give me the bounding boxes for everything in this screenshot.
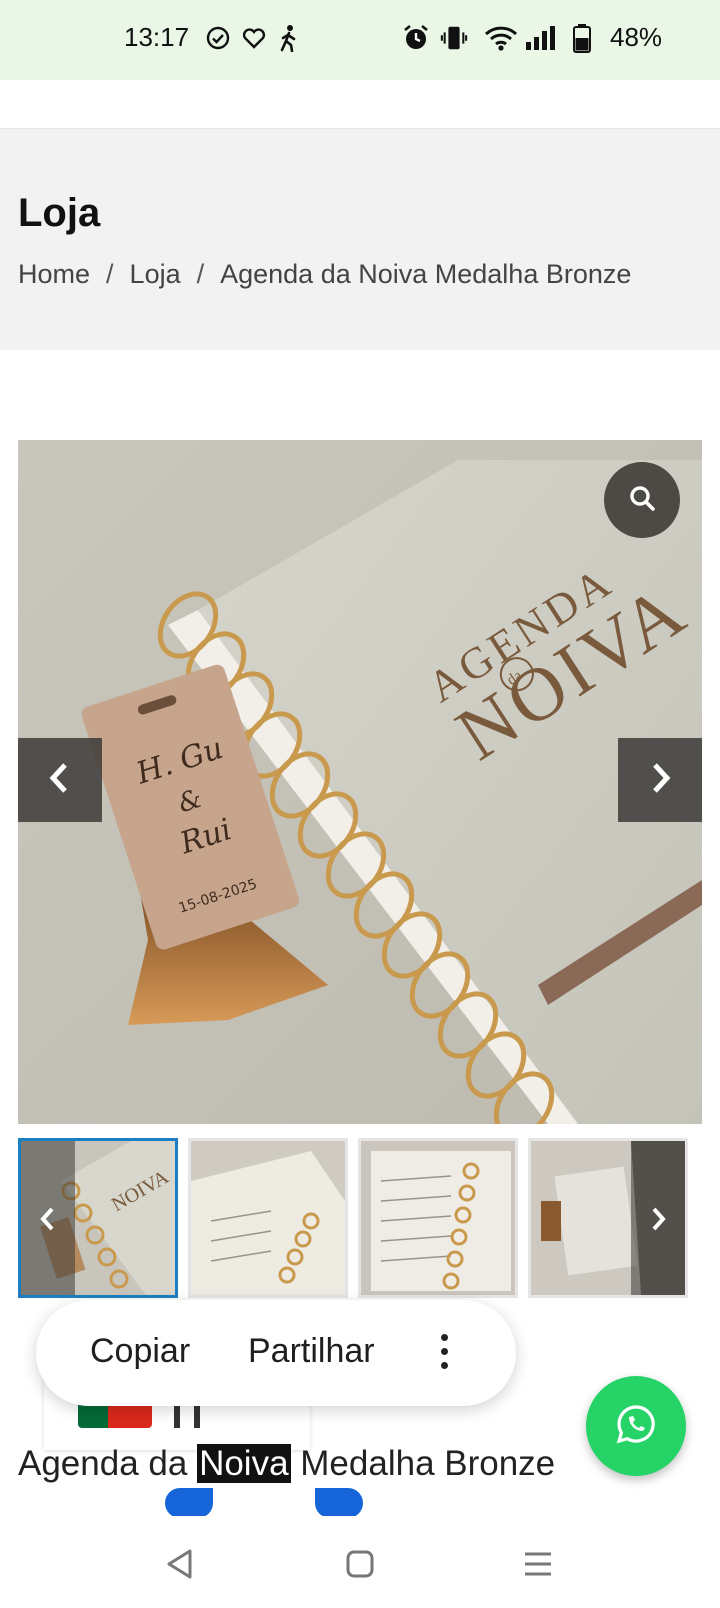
status-time: 13:17 bbox=[124, 22, 190, 52]
selection-handle-end[interactable] bbox=[315, 1488, 363, 1518]
product-title-start: Agenda da bbox=[18, 1444, 198, 1483]
copy-button[interactable]: Copiar bbox=[90, 1332, 190, 1371]
thumbnail-4[interactable] bbox=[528, 1138, 688, 1298]
breadcrumb-shop-link[interactable]: Loja bbox=[130, 259, 181, 290]
product-title: Agenda da Noiva Medalha Bronze bbox=[18, 1444, 555, 1484]
wifi-icon bbox=[484, 24, 518, 52]
vibrate-icon bbox=[440, 24, 468, 52]
breadcrumb: Home / Loja / Agenda da Noiva Medalha Bronze bbox=[18, 259, 631, 290]
thumbnail-next-button[interactable] bbox=[631, 1141, 685, 1295]
product-photo: AGENDA NOIVA da H. Gu & Rui 15-08-2025 bbox=[18, 440, 702, 1124]
system-navigation-bar bbox=[0, 1516, 720, 1608]
thumbnail-2[interactable] bbox=[188, 1138, 348, 1298]
breadcrumb-home-link[interactable]: Home bbox=[18, 259, 90, 290]
thumbnail-image bbox=[191, 1141, 345, 1295]
share-button[interactable]: Partilhar bbox=[248, 1332, 375, 1371]
page-title: Loja bbox=[18, 191, 101, 235]
zoom-button[interactable] bbox=[604, 462, 680, 538]
product-main-image[interactable]: AGENDA NOIVA da H. Gu & Rui 15-08-2025 bbox=[18, 440, 702, 1124]
walking-icon bbox=[274, 24, 302, 52]
gallery-prev-button[interactable] bbox=[18, 738, 102, 822]
chevron-left-icon bbox=[39, 1206, 57, 1237]
recent-apps-icon[interactable] bbox=[518, 1544, 558, 1584]
whatsapp-button[interactable] bbox=[586, 1376, 686, 1476]
selection-handle-start[interactable] bbox=[165, 1488, 213, 1518]
signal-icon bbox=[524, 24, 558, 52]
thumbnail-prev-button[interactable] bbox=[21, 1141, 75, 1295]
thumbnail-3[interactable] bbox=[358, 1138, 518, 1298]
battery-percent: 48% bbox=[610, 22, 663, 52]
breadcrumb-separator: / bbox=[196, 259, 205, 289]
alarm-icon bbox=[402, 24, 430, 52]
breadcrumb-current: Agenda da Noiva Medalha Bronze bbox=[220, 259, 632, 289]
product-title-end: Medalha Bronze bbox=[290, 1444, 556, 1483]
check-circle-icon bbox=[204, 24, 232, 52]
chevron-right-icon bbox=[649, 1206, 667, 1237]
text-selection-toolbar: Copiar Partilhar bbox=[36, 1300, 516, 1406]
home-icon[interactable] bbox=[340, 1544, 380, 1584]
gallery-next-button[interactable] bbox=[618, 738, 702, 822]
status-bar: 13:17 48% bbox=[0, 0, 720, 80]
whatsapp-icon bbox=[614, 1402, 658, 1451]
selected-text[interactable]: Noiva bbox=[197, 1444, 291, 1483]
heart-icon bbox=[240, 24, 268, 52]
search-icon bbox=[628, 484, 656, 517]
more-vertical-icon[interactable] bbox=[432, 1330, 456, 1374]
chevron-right-icon bbox=[647, 761, 673, 800]
breadcrumb-separator: / bbox=[106, 259, 114, 289]
battery-icon bbox=[570, 24, 594, 53]
back-icon[interactable] bbox=[160, 1544, 200, 1584]
site-top-bar bbox=[0, 80, 720, 128]
chevron-left-icon bbox=[47, 761, 73, 800]
thumbnail-strip: NOIVA bbox=[18, 1138, 702, 1298]
thumbnail-1[interactable]: NOIVA bbox=[18, 1138, 178, 1298]
page-header: Loja Home / Loja / Agenda da Noiva Medalha B… bbox=[0, 128, 720, 350]
thumbnail-image bbox=[361, 1141, 515, 1295]
